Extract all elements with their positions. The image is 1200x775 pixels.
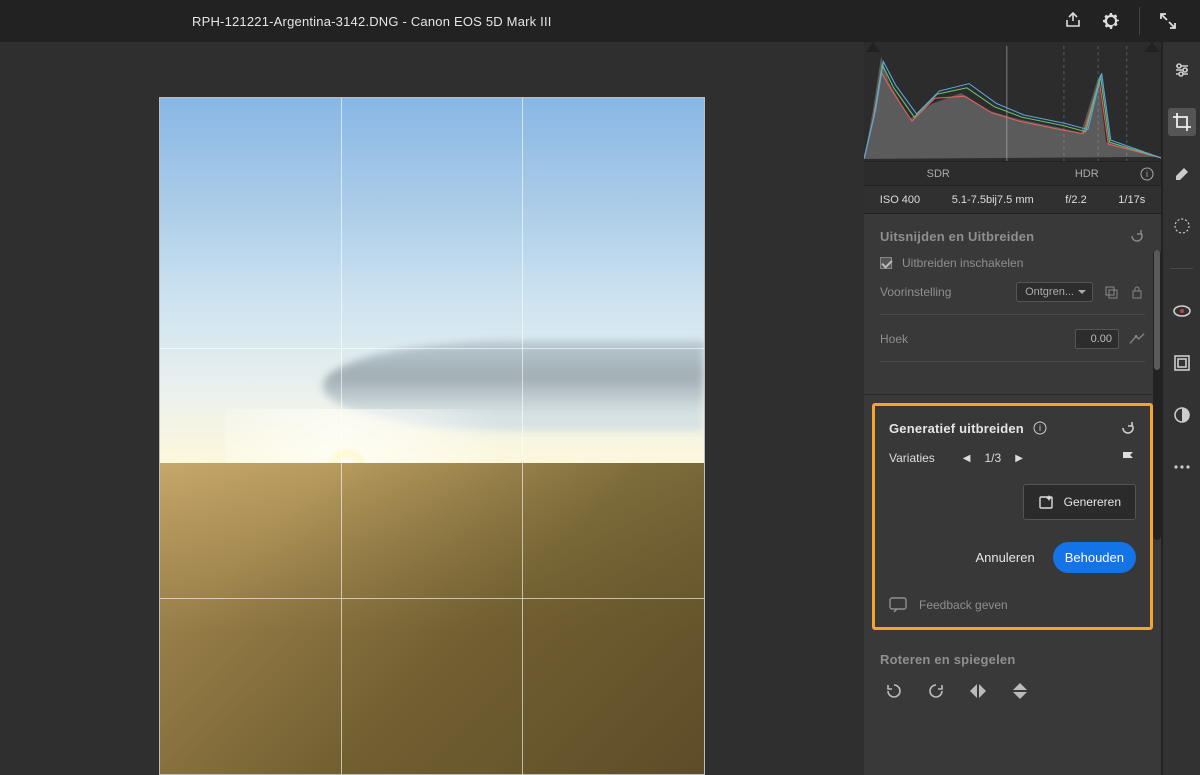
filename: RPH-121221-Argentina-3142.DNG bbox=[192, 14, 399, 29]
panel-scrollbar[interactable] bbox=[1153, 250, 1161, 540]
reset-icon[interactable] bbox=[1129, 228, 1145, 244]
rotate-ccw-icon[interactable] bbox=[884, 681, 904, 701]
main-area: SDR HDR i ISO 400 5.1-7.5bij7.5 mm f/2.2… bbox=[0, 42, 1200, 775]
panel-divider bbox=[880, 314, 1145, 315]
cancel-button[interactable]: Annuleren bbox=[975, 550, 1034, 565]
histogram[interactable] bbox=[864, 42, 1161, 162]
right-panel: SDR HDR i ISO 400 5.1-7.5bij7.5 mm f/2.2… bbox=[864, 42, 1162, 775]
flip-vertical-icon[interactable] bbox=[1010, 681, 1030, 701]
svg-text:i: i bbox=[1039, 423, 1041, 433]
fullscreen-icon[interactable] bbox=[1158, 11, 1178, 31]
generate-button[interactable]: Genereren bbox=[1023, 484, 1136, 520]
heal-tool-icon[interactable] bbox=[1168, 160, 1196, 188]
panel-divider bbox=[880, 361, 1145, 362]
presets-tool-icon[interactable] bbox=[1168, 349, 1196, 377]
export-icon[interactable] bbox=[1063, 11, 1083, 31]
variation-counter: 1/3 bbox=[985, 451, 1002, 465]
flag-icon[interactable] bbox=[1120, 450, 1136, 466]
crop-grid-line bbox=[341, 98, 342, 774]
scrollbar-thumb[interactable] bbox=[1154, 250, 1160, 370]
photo-hills bbox=[160, 463, 704, 775]
variations-label: Variaties bbox=[889, 451, 935, 465]
reset-icon[interactable] bbox=[1120, 420, 1136, 436]
redeye-tool-icon[interactable] bbox=[1168, 297, 1196, 325]
versions-tool-icon[interactable] bbox=[1168, 401, 1196, 429]
expand-label: Uitbreiden inschakelen bbox=[902, 256, 1023, 270]
exif-shutter: 1/17s bbox=[1118, 194, 1145, 206]
generative-title: Generatief uitbreiden bbox=[889, 421, 1024, 436]
crop-grid-line bbox=[160, 598, 704, 599]
exif-focal: 5.1-7.5bij7.5 mm bbox=[952, 194, 1034, 206]
info-icon[interactable]: i bbox=[1032, 420, 1048, 436]
generative-expand-panel: Generatief uitbreiden i Variaties ◀ 1/3 … bbox=[872, 403, 1153, 630]
straighten-icon[interactable] bbox=[1129, 331, 1145, 347]
info-icon[interactable]: i bbox=[1139, 166, 1155, 182]
crop-grid-line bbox=[160, 348, 704, 349]
image-canvas[interactable] bbox=[0, 42, 864, 775]
sdr-hdr-selector[interactable]: SDR HDR i bbox=[864, 162, 1161, 186]
feedback-label: Feedback geven bbox=[919, 598, 1008, 612]
toolstrip-divider bbox=[1170, 268, 1192, 269]
feedback-row[interactable]: Feedback geven bbox=[889, 597, 1136, 613]
expand-checkbox[interactable] bbox=[880, 257, 892, 269]
adjust-tool-icon[interactable] bbox=[1168, 56, 1196, 84]
variations-row: Variaties ◀ 1/3 ▶ bbox=[889, 450, 1136, 466]
toolbar-divider bbox=[1139, 7, 1140, 35]
crop-grid-line bbox=[522, 98, 523, 774]
generate-label: Genereren bbox=[1064, 495, 1121, 509]
photo-crop-frame[interactable] bbox=[159, 97, 705, 775]
keep-button[interactable]: Behouden bbox=[1053, 542, 1136, 573]
svg-text:i: i bbox=[1146, 169, 1148, 179]
camera-model: Canon EOS 5D Mark III bbox=[411, 14, 552, 29]
crop-tool-icon[interactable] bbox=[1168, 108, 1196, 136]
preset-label: Voorinstelling bbox=[880, 285, 1006, 299]
exif-row: ISO 400 5.1-7.5bij7.5 mm f/2.2 1/17s bbox=[864, 186, 1161, 214]
rotate-panel: Roteren en spiegelen bbox=[864, 638, 1161, 721]
rotate-cw-icon[interactable] bbox=[926, 681, 946, 701]
crop-panel: Uitsnijden en Uitbreiden Uitbreiden insc… bbox=[864, 214, 1161, 395]
window-title: RPH-121221-Argentina-3142.DNG - Canon EO… bbox=[192, 14, 552, 29]
lock-icon[interactable] bbox=[1129, 284, 1145, 300]
flip-horizontal-icon[interactable] bbox=[968, 681, 988, 701]
exif-iso: ISO 400 bbox=[880, 194, 920, 206]
angle-label: Hoek bbox=[880, 332, 1065, 346]
sdr-label[interactable]: SDR bbox=[864, 168, 1013, 180]
expand-toggle-row[interactable]: Uitbreiden inschakelen bbox=[880, 256, 1145, 270]
angle-row: Hoek 0.00 bbox=[880, 329, 1145, 349]
more-tool-icon[interactable] bbox=[1168, 453, 1196, 481]
crop-panel-title: Uitsnijden en Uitbreiden bbox=[880, 229, 1034, 244]
preset-row: Voorinstelling Ontgren... bbox=[880, 282, 1145, 302]
exif-aperture: f/2.2 bbox=[1065, 194, 1086, 206]
mask-tool-icon[interactable] bbox=[1168, 212, 1196, 240]
settings-icon[interactable] bbox=[1101, 11, 1121, 31]
top-bar: RPH-121221-Argentina-3142.DNG - Canon EO… bbox=[0, 0, 1200, 42]
preset-select[interactable]: Ontgren... bbox=[1016, 282, 1093, 302]
tool-strip bbox=[1162, 42, 1200, 775]
next-variation-button[interactable]: ▶ bbox=[1015, 453, 1023, 464]
rotate-title: Roteren en spiegelen bbox=[880, 652, 1015, 667]
generative-actions: Annuleren Behouden bbox=[889, 542, 1136, 573]
prev-variation-button[interactable]: ◀ bbox=[963, 453, 971, 464]
overlay-icon[interactable] bbox=[1103, 284, 1119, 300]
angle-input[interactable]: 0.00 bbox=[1075, 329, 1119, 349]
